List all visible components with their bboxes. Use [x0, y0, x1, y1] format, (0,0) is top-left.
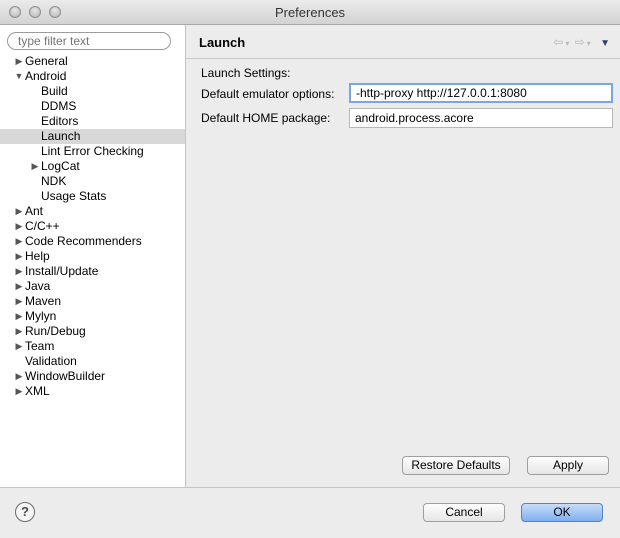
back-arrow-icon[interactable]: ⇦ [553, 35, 563, 49]
apply-button[interactable]: Apply [527, 456, 609, 475]
tree-item[interactable]: ▶ C/C++ [0, 219, 185, 234]
collapsed-arrow-icon[interactable]: ▶ [14, 384, 24, 399]
tree-item[interactable]: ▶ Java [0, 279, 185, 294]
expanded-arrow-icon[interactable]: ▼ [14, 69, 24, 84]
tree-item[interactable]: ▶ Team [0, 339, 185, 354]
collapsed-arrow-icon[interactable]: ▶ [14, 324, 24, 339]
collapsed-arrow-icon[interactable]: ▶ [14, 54, 24, 69]
collapsed-arrow-icon[interactable]: ▶ [14, 219, 24, 234]
page-nav-tools: ⇦ ▾ ⇨ ▾ ▼ [551, 35, 610, 49]
tree-item-label: Validation [25, 354, 77, 368]
tree-item-label: Android [25, 69, 67, 83]
tree-item[interactable]: ▶ WindowBuilder [0, 369, 185, 384]
home-package-label: Default HOME package: [201, 111, 331, 125]
page-content: Launch Settings: Default emulator option… [187, 59, 619, 487]
collapsed-arrow-icon[interactable]: ▶ [14, 249, 24, 264]
tree-item[interactable]: Editors [0, 114, 185, 129]
forward-dropdown-icon[interactable]: ▾ [587, 39, 591, 48]
tree-item[interactable]: ▶ Run/Debug [0, 324, 185, 339]
tree-item[interactable]: ▶ XML [0, 384, 185, 399]
tree-item[interactable]: NDK [0, 174, 185, 189]
tree-item[interactable]: ▶ Code Recommenders [0, 234, 185, 249]
tree-item-label: Install/Update [25, 264, 99, 278]
tree-item-label: Mylyn [25, 309, 57, 323]
emulator-options-input[interactable]: -http-proxy http://127.0.0.1:8080 [349, 83, 613, 103]
page-title: Launch [199, 35, 246, 50]
tree-item[interactable]: ▼ Android [0, 69, 185, 84]
preferences-sidebar: ▶General▼AndroidBuildDDMSEditorsLaunchLi… [0, 25, 186, 487]
tree-item-label: Editors [41, 114, 79, 128]
tree-item-label: Help [25, 249, 50, 263]
back-dropdown-icon[interactable]: ▾ [565, 39, 569, 48]
tree-item-label: Launch [41, 129, 81, 143]
tree-item[interactable]: Usage Stats [0, 189, 185, 204]
launch-settings-label: Launch Settings: [201, 66, 291, 80]
tree-item-label: Maven [25, 294, 62, 308]
tree-item-label: Team [25, 339, 55, 353]
tree-item-label: Lint Error Checking [41, 144, 144, 158]
tree-item-label: C/C++ [25, 219, 60, 233]
collapsed-arrow-icon[interactable]: ▶ [30, 159, 40, 174]
tree-item-label: Build [41, 84, 68, 98]
tree-item[interactable]: Validation [0, 354, 185, 369]
cancel-button[interactable]: Cancel [423, 503, 505, 522]
tree-item[interactable]: Launch [0, 129, 185, 144]
tree-item-label: NDK [41, 174, 67, 188]
tree-item-label: Ant [25, 204, 44, 218]
tree-item-label: XML [25, 384, 50, 398]
dialog-footer: ? Cancel OK [0, 487, 620, 538]
collapsed-arrow-icon[interactable]: ▶ [14, 309, 24, 324]
tree-item[interactable]: Lint Error Checking [0, 144, 185, 159]
collapsed-arrow-icon[interactable]: ▶ [14, 339, 24, 354]
tree-item[interactable]: ▶ Mylyn [0, 309, 185, 324]
forward-arrow-icon[interactable]: ⇨ [575, 35, 585, 49]
restore-defaults-button[interactable]: Restore Defaults [402, 456, 510, 475]
tree-item[interactable]: ▶ Help [0, 249, 185, 264]
help-icon[interactable]: ? [15, 502, 35, 522]
emulator-options-label: Default emulator options: [201, 87, 335, 101]
collapsed-arrow-icon[interactable]: ▶ [14, 279, 24, 294]
title-bar: Preferences [0, 0, 620, 25]
tree-item[interactable]: Build [0, 84, 185, 99]
tree-item[interactable]: ▶ Maven [0, 294, 185, 309]
tree-item-label: Code Recommenders [25, 234, 142, 248]
tree-item-label: LogCat [41, 159, 80, 173]
tree-item-label: General [25, 54, 68, 68]
page-header: Launch ⇦ ▾ ⇨ ▾ ▼ [186, 25, 620, 57]
preferences-tree: ▶ General ▼ Android Build DDMS Editors Launch Li… [0, 54, 185, 399]
tree-item[interactable]: ▶ General [0, 54, 185, 69]
tree-item[interactable]: ▶ Ant [0, 204, 185, 219]
tree-item-label: Usage Stats [41, 189, 107, 203]
view-menu-icon[interactable]: ▼ [600, 38, 610, 49]
collapsed-arrow-icon[interactable]: ▶ [14, 369, 24, 384]
collapsed-arrow-icon[interactable]: ▶ [14, 294, 24, 309]
ok-button[interactable]: OK [521, 503, 603, 522]
tree-item-label: WindowBuilder [25, 369, 106, 383]
tree-item[interactable]: ▶ LogCat [0, 159, 185, 174]
collapsed-arrow-icon[interactable]: ▶ [14, 234, 24, 249]
preference-page: Launch ⇦ ▾ ⇨ ▾ ▼ Launch Settings: Default … [186, 25, 620, 487]
tree-item-label: Java [25, 279, 51, 293]
tree-item-label: Run/Debug [25, 324, 86, 338]
collapsed-arrow-icon[interactable]: ▶ [14, 204, 24, 219]
filter-input[interactable] [7, 32, 171, 50]
tree-item[interactable]: ▶ Install/Update [0, 264, 185, 279]
window-title: Preferences [274, 5, 346, 20]
tree-item-label: DDMS [41, 99, 77, 113]
preferences-window: Preferences ▶General▼AndroidBuildDDMSEdi… [0, 0, 620, 538]
tree-item[interactable]: DDMS [0, 99, 185, 114]
home-package-input[interactable]: android.process.acore [349, 108, 613, 128]
collapsed-arrow-icon[interactable]: ▶ [14, 264, 24, 279]
